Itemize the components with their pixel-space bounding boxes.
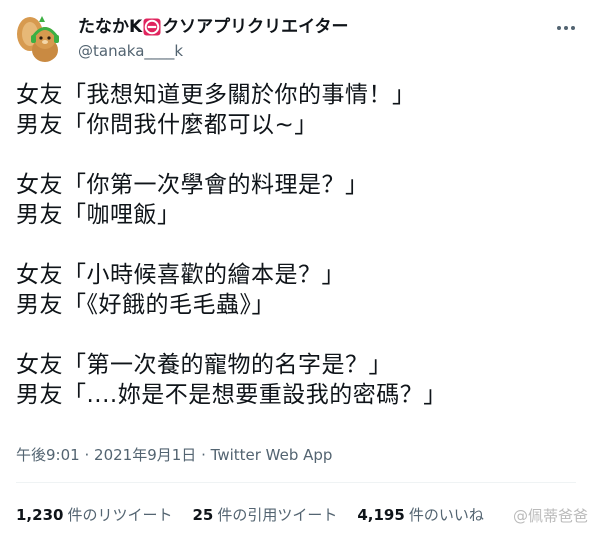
- user-handle[interactable]: @tanaka____k: [78, 40, 349, 62]
- tweet-line: 女友「你第一次學會的料理是？」: [16, 172, 369, 198]
- tweet-line: 女友「我想知道更多關於你的事情！」: [16, 82, 416, 108]
- tweet-line: 男友「....妳是不是想要重設我的密碼？」: [16, 382, 447, 408]
- tweet-timestamp-link[interactable]: 午後9:01 · 2021年9月1日: [16, 446, 196, 464]
- display-name-suffix: クソアプリクリエイター: [162, 17, 349, 37]
- avatar[interactable]: [12, 12, 64, 64]
- retweets-stat[interactable]: 1,230 件のリツイート: [16, 504, 172, 525]
- more-icon[interactable]: [554, 16, 578, 40]
- likes-label: 件のいいね: [408, 506, 484, 524]
- tweet-line: 女友「第一次養的寵物的名字是？」: [16, 352, 392, 378]
- tweet-text: 女友「我想知道更多關於你的事情！」 男友「你問我什麼都可以~」 女友「你第一次學…: [16, 80, 586, 410]
- display-name-prefix: たなかK: [78, 17, 143, 37]
- watermark-text: @佩蒂爸爸: [512, 507, 588, 525]
- tweet-header: たなかK クソアプリクリエイター @tanaka____k: [12, 12, 580, 64]
- tweet-line: 女友「小時候喜歡的繪本是？」: [16, 262, 345, 288]
- no-entry-icon: [143, 18, 161, 36]
- tweet-line: 男友「《好餓的毛毛蟲》」: [16, 292, 275, 318]
- meta-separator: ·: [201, 446, 206, 464]
- line-break: [16, 230, 586, 260]
- user-info: たなかK クソアプリクリエイター @tanaka____k: [78, 16, 349, 62]
- tweet-source-link[interactable]: Twitter Web App: [211, 446, 333, 464]
- tweet-line: 男友「你問我什麼都可以~」: [16, 112, 318, 138]
- line-break: [16, 320, 586, 350]
- tweet-card: たなかK クソアプリクリエイター @tanaka____k 女友「我想知道更多關…: [0, 0, 592, 535]
- tweet-line: 男友「咖哩飯」: [16, 202, 181, 228]
- retweets-label: 件のリツイート: [67, 506, 173, 524]
- retweets-count: 1,230: [16, 506, 64, 524]
- squirrel-avatar-icon: [12, 12, 64, 64]
- quotes-count: 25: [192, 506, 214, 524]
- likes-count: 4,195: [357, 506, 405, 524]
- line-break: [16, 140, 586, 170]
- quotes-label: 件の引用ツイート: [217, 506, 338, 524]
- divider: [16, 482, 576, 483]
- tweet-stats: 1,230 件のリツイート 25 件の引用ツイート 4,195 件のいいね: [16, 504, 484, 525]
- watermark: @佩蒂爸爸: [513, 505, 588, 526]
- tweet-date: 2021年9月1日: [94, 446, 197, 464]
- quotes-stat[interactable]: 25 件の引用ツイート: [192, 504, 337, 525]
- tweet-meta: 午後9:01 · 2021年9月1日 · Twitter Web App: [16, 444, 332, 465]
- likes-stat[interactable]: 4,195 件のいいね: [357, 504, 483, 525]
- tweet-time: 午後9:01: [16, 446, 80, 464]
- display-name[interactable]: たなかK クソアプリクリエイター: [78, 16, 349, 38]
- meta-separator: ·: [84, 446, 90, 464]
